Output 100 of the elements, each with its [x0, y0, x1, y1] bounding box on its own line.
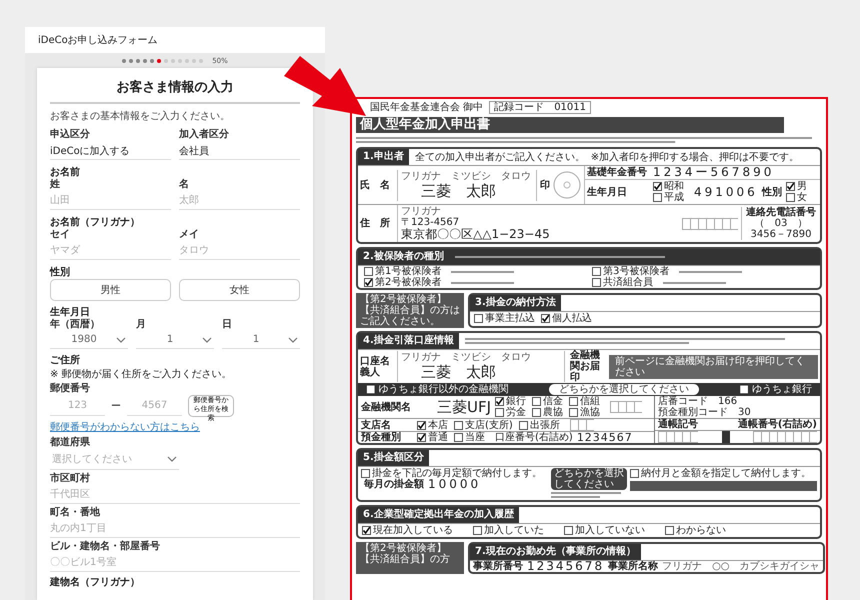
- addressee: 国民年金基金連合会 御中: [370, 102, 484, 113]
- option-label: 加入していた: [484, 525, 544, 536]
- field-label: 都道府県: [50, 437, 91, 449]
- field-label: 町名・番地: [50, 507, 101, 519]
- input-field[interactable]: 太郎: [179, 191, 300, 210]
- option-label: 第3号被保険者: [603, 266, 670, 277]
- row-label: 通帳記号: [658, 419, 698, 430]
- option-label: 女: [796, 192, 807, 203]
- row-label: 生年月日: [587, 186, 628, 198]
- option-label: 事業主払込: [485, 313, 535, 324]
- checkbox[interactable]: [474, 314, 483, 323]
- row-label: 口座番号(右詰め): [495, 432, 573, 443]
- checkbox[interactable]: [653, 193, 662, 202]
- checkbox[interactable]: [364, 267, 373, 276]
- checkbox[interactable]: [454, 420, 463, 430]
- row-label: 事業所名称: [608, 561, 658, 572]
- code-grid-drawing: [610, 401, 642, 413]
- input-field[interactable]: 丸の内1丁目: [50, 519, 300, 538]
- checkbox[interactable]: [495, 408, 504, 417]
- holder-name: 三菱 太郎: [420, 363, 497, 381]
- row-label: 連絡先電話番号: [746, 207, 816, 218]
- input-field[interactable]: 千代田区: [50, 485, 300, 504]
- section-note: 全ての加入申出者がご記入ください。: [414, 152, 585, 162]
- account-number: 1234567: [576, 432, 633, 443]
- input-field[interactable]: iDeCoに加入する: [50, 141, 171, 160]
- choice-arrow-label: どちらかを選択してください: [549, 384, 699, 395]
- select-field[interactable]: 1: [222, 331, 300, 349]
- section-title: 5.掛金額区分: [358, 450, 429, 466]
- option-button[interactable]: 男性: [50, 279, 171, 301]
- side-note: 【第2号被保険者】【共済組合員】の方: [356, 542, 464, 574]
- record-code: 記録コード 01011: [489, 101, 591, 114]
- checkbox[interactable]: [564, 526, 573, 535]
- checkbox[interactable]: [569, 408, 578, 417]
- checked-checkbox[interactable]: [417, 433, 426, 442]
- input-field[interactable]: 会社員: [179, 141, 300, 160]
- pension-number: 1234ー567890: [653, 167, 774, 178]
- row-label: 毎月の掛金額: [364, 479, 424, 490]
- option-label: 共済組合員: [603, 277, 653, 288]
- option-label: 平成: [664, 192, 684, 203]
- fine-print-drawing: [551, 491, 621, 499]
- checked-checkbox[interactable]: [541, 314, 550, 323]
- field-label: セイ: [50, 229, 71, 241]
- checked-checkbox[interactable]: [495, 397, 504, 406]
- checkbox[interactable]: [518, 420, 528, 430]
- option-label: 農協: [543, 407, 564, 418]
- group-heading: お名前（フリガナ）: [50, 216, 141, 229]
- field-label: ビル・建物名・部屋番号: [50, 541, 161, 553]
- row-label: 事業所番号: [473, 561, 523, 572]
- section-title: 4.掛金引落口座情報: [358, 333, 459, 349]
- checkbox[interactable]: [592, 267, 601, 276]
- input-field[interactable]: 〇〇ビル1号室: [50, 553, 300, 572]
- input-field[interactable]: 山田: [50, 191, 171, 210]
- checkbox[interactable]: [473, 526, 482, 535]
- section-title: 3.掛金の納付方法: [470, 295, 561, 311]
- checkbox[interactable]: [592, 278, 601, 287]
- address-value: 東京都〇〇区△△1−23−45: [401, 228, 551, 241]
- side-note: 【第2号被保険者】【共済組合員】の方はご記入ください。: [356, 293, 464, 328]
- row-label: 預金種別: [361, 432, 402, 443]
- help-link[interactable]: 郵便番号がわからない方はこちら: [50, 420, 300, 434]
- group-heading: ご住所: [50, 354, 81, 367]
- input-field[interactable]: 123: [50, 396, 105, 416]
- field-label: 姓: [50, 179, 61, 191]
- option-label: 本店: [428, 420, 448, 430]
- input-field[interactable]: 4567: [127, 396, 182, 416]
- select-field[interactable]: 1980: [50, 331, 128, 349]
- furigana-text: フリガナ: [401, 206, 442, 217]
- checkbox[interactable]: [454, 433, 463, 442]
- choice-label: ■ ゆうちょ銀行以外の金融機関: [366, 384, 509, 395]
- checkbox[interactable]: [569, 397, 578, 406]
- phone-area-code: （ 03 ）: [754, 218, 808, 229]
- option-button[interactable]: 女性: [179, 279, 300, 301]
- checkbox[interactable]: [532, 408, 542, 417]
- furigana-text: フリガナ ○○ カブシキガイシャ: [662, 561, 820, 572]
- option-label: 個人払込: [552, 313, 592, 324]
- checked-checkbox[interactable]: [417, 420, 426, 430]
- checkbox[interactable]: [532, 397, 542, 406]
- code-label: 預金種別コード 30: [658, 407, 751, 418]
- birth-date: 491006: [694, 186, 758, 198]
- checkbox[interactable]: [786, 193, 795, 202]
- checkbox[interactable]: [361, 469, 370, 478]
- checked-checkbox[interactable]: [364, 278, 373, 287]
- separator-block: [722, 431, 730, 443]
- checkbox[interactable]: [630, 469, 639, 478]
- row-label: 氏 名: [359, 180, 391, 190]
- field-label: 年（西暦）: [50, 319, 101, 331]
- dash-separator: ー: [111, 400, 121, 413]
- input-field[interactable]: ヤマダ: [50, 241, 171, 260]
- option-label: 現在加入している: [373, 525, 453, 536]
- input-field[interactable]: タロウ: [179, 241, 300, 260]
- phone-number: 3456－7890: [750, 229, 812, 240]
- checked-checkbox[interactable]: [362, 526, 371, 535]
- checked-checkbox[interactable]: [653, 182, 662, 191]
- code-grid-drawing: [658, 431, 698, 443]
- checked-checkbox[interactable]: [786, 182, 795, 191]
- checkbox[interactable]: [665, 526, 674, 535]
- section-note: ※加入者印を押印する場合、押印は不要です。: [590, 152, 800, 162]
- select-field[interactable]: 1: [136, 331, 214, 349]
- code-grid-drawing: [753, 431, 817, 443]
- seal-notice: 前ページに金融機関お届け印を押印してください: [609, 354, 818, 378]
- row-label: 金融機関名: [361, 402, 412, 412]
